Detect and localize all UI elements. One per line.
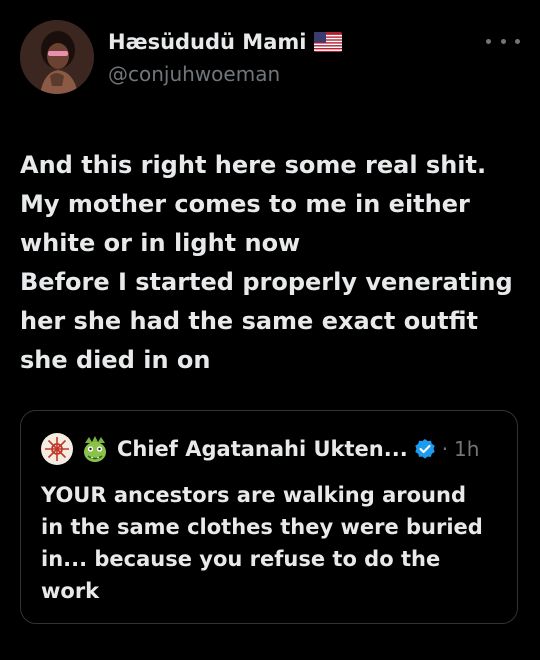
author-name-row: Hæsüdudü Mami: [108, 30, 343, 54]
quoted-tweet-header: Chief Agatanahi Ukten... · 1h: [41, 433, 479, 465]
dot: [515, 38, 520, 44]
quoted-timestamp[interactable]: 1h: [454, 437, 479, 461]
tweet-text-line: My mother comes to me in either: [20, 190, 470, 218]
quoted-text-line: work: [41, 579, 100, 603]
compass-symbol-icon: [45, 437, 69, 461]
author-handle[interactable]: @conjuhwoeman: [108, 62, 280, 86]
quoted-text-line: in the same clothes they were buried: [41, 515, 483, 539]
author-display-name[interactable]: Hæsüdudü Mami: [108, 30, 306, 54]
dot: [500, 38, 506, 44]
dot: [486, 38, 491, 44]
quoted-text-line: YOUR ancestors are walking around: [41, 483, 466, 507]
quoted-tweet-text: YOUR ancestors are walking around in the…: [41, 479, 501, 607]
tweet-text-line: Before I started properly venerating: [20, 268, 513, 296]
tweet-text: And this right here some real shit. My m…: [20, 146, 525, 380]
more-options-icon[interactable]: [486, 31, 520, 51]
dragon-emoji-icon: [84, 436, 106, 462]
verified-badge-icon: [414, 439, 435, 459]
us-flag-icon: [314, 32, 343, 52]
author-avatar[interactable]: [20, 20, 94, 94]
tweet-text-line: And this right here some real shit.: [20, 151, 487, 179]
quoted-text-line: in... because you refuse to do the: [41, 547, 441, 571]
tweet-text-line: she died in on: [20, 346, 211, 374]
quoted-tweet-card[interactable]: Chief Agatanahi Ukten... · 1h YOUR ances…: [20, 410, 518, 624]
quoted-author-name[interactable]: Chief Agatanahi Ukten...: [117, 437, 408, 461]
quoted-author-avatar[interactable]: [41, 433, 73, 465]
tweet-text-line: white or in light now: [20, 229, 301, 257]
tweet-text-line: her she had the same exact outfit: [20, 307, 479, 335]
separator-dot: ·: [441, 437, 449, 461]
avatar-photo: [20, 20, 94, 94]
